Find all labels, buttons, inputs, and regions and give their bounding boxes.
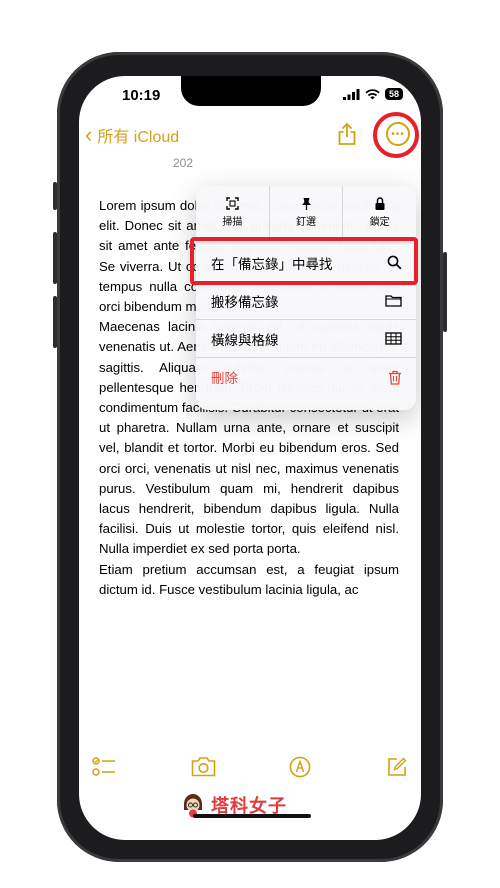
move-note-label: 搬移備忘錄 [211, 294, 279, 310]
markup-pen-icon[interactable] [289, 756, 311, 778]
share-icon[interactable] [337, 122, 357, 146]
trash-icon [389, 370, 401, 385]
wifi-icon [365, 88, 380, 99]
back-button[interactable]: ‹ 所有 iCloud [85, 123, 179, 147]
power-button [443, 252, 447, 332]
bottom-toolbar [79, 756, 421, 786]
volume-down-button [53, 296, 57, 348]
chevron-left-icon: ‹ [85, 122, 93, 147]
camera-icon[interactable] [191, 756, 216, 777]
find-item-highlight [190, 237, 418, 285]
scan-action[interactable]: 掃描 [196, 186, 270, 238]
pin-label: 釘選 [296, 216, 316, 228]
context-menu: 掃描 釘選 鎖定 在「備忘錄」中尋找 搬移備忘錄 橫線與格線 刪除 [196, 186, 416, 410]
pin-icon [301, 197, 311, 210]
compose-icon[interactable] [386, 756, 408, 778]
move-note-item[interactable]: 搬移備忘錄 [196, 282, 416, 320]
scan-icon [226, 196, 239, 210]
notch [181, 76, 321, 106]
note-paragraph: Etiam pretium accumsan est, a feugiat ip… [99, 561, 399, 597]
back-label: 所有 iCloud [97, 129, 180, 146]
lines-grids-item[interactable]: 橫線與格線 [196, 320, 416, 358]
lock-icon [375, 196, 385, 210]
phone-frame: 10:19 58 ‹ 所有 iCloud ••• 202 Lorem ipsum… [53, 52, 447, 862]
quick-actions-row: 掃描 釘選 鎖定 [196, 186, 416, 244]
delete-label: 刪除 [211, 371, 238, 386]
home-indicator[interactable] [193, 814, 311, 818]
lock-label: 鎖定 [369, 216, 390, 228]
screen: 10:19 58 ‹ 所有 iCloud ••• 202 Lorem ipsum… [79, 76, 421, 840]
battery-indicator: 58 [384, 88, 403, 100]
lock-action[interactable]: 鎖定 [343, 186, 416, 238]
signal-icon [342, 88, 360, 100]
lines-grids-label: 橫線與格線 [211, 332, 279, 348]
folder-icon [385, 295, 402, 307]
note-date: 202 [173, 156, 194, 170]
checklist-icon[interactable] [92, 756, 116, 778]
status-icons: 58 [342, 88, 403, 100]
delete-item[interactable]: 刪除 [196, 358, 416, 396]
mute-switch [53, 182, 57, 210]
scan-label: 掃描 [222, 216, 243, 228]
grid-icon [385, 332, 402, 345]
volume-up-button [53, 232, 57, 284]
pin-action[interactable]: 釘選 [270, 186, 344, 238]
more-button-highlight [373, 112, 419, 158]
status-time: 10:19 [122, 87, 161, 104]
